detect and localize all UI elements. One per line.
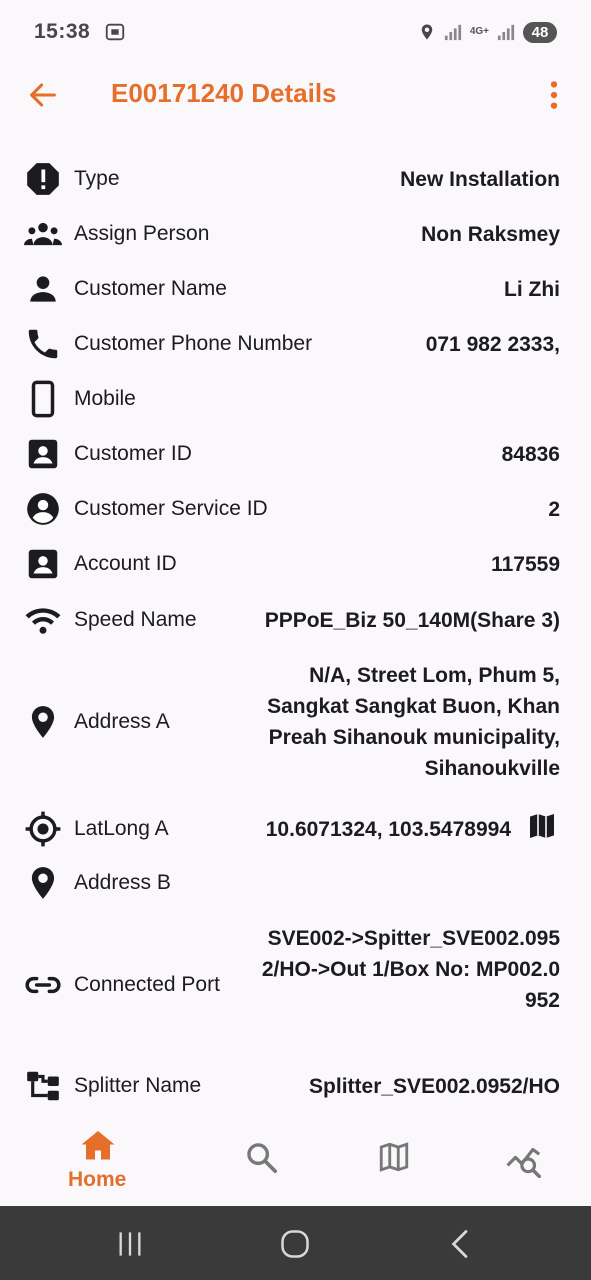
detail-value: N/A, Street Lom, Phum 5, Sangkat Sangkat… — [267, 664, 560, 780]
gps-target-icon — [25, 811, 61, 847]
detail-row-address-a: Address A N/A, Street Lom, Phum 5, Sangk… — [0, 660, 591, 785]
detail-label: Customer Name — [74, 277, 227, 300]
detail-label: Customer ID — [74, 442, 192, 465]
location-status-icon — [421, 24, 433, 40]
detail-row-mobile: Mobile — [0, 380, 591, 420]
account-box-icon — [28, 549, 58, 579]
detail-row-splitter-name: Splitter Name Splitter_SVE002.0952/HO — [0, 1067, 591, 1107]
detail-row-speed-name: Speed Name PPPoE_Biz 50_140M(Share 3) — [0, 601, 591, 641]
detail-value: PPPoE_Biz 50_140M(Share 3) — [264, 609, 560, 632]
detail-label: LatLong A — [74, 817, 169, 840]
home-button-icon[interactable] — [280, 1229, 310, 1259]
home-icon — [81, 1131, 115, 1160]
detail-label: Assign Person — [74, 222, 210, 245]
analytics-search-icon[interactable] — [506, 1140, 544, 1178]
recent-apps-icon[interactable] — [116, 1230, 144, 1258]
bottom-navigation: Home — [0, 1118, 591, 1206]
phone-icon — [28, 329, 58, 359]
detail-value: Li Zhi — [504, 278, 560, 301]
detail-row-account-id: Account ID 117559 — [0, 545, 591, 585]
account-circle-icon — [27, 493, 59, 525]
app-bar: E00171240 Details — [0, 64, 591, 126]
detail-value: New Installation — [400, 168, 560, 191]
detail-value: 84836 — [501, 443, 560, 466]
status-bar: 15:38 4G+ 48 — [0, 0, 591, 64]
detail-value: Splitter_SVE002.0952/HO — [309, 1075, 560, 1098]
tree-icon — [27, 1071, 59, 1101]
battery-level: 48 — [523, 21, 557, 43]
map-icon[interactable] — [526, 810, 558, 842]
nav-home[interactable]: Home — [64, 1128, 134, 1206]
detail-label: Address B — [74, 871, 171, 894]
detail-row-address-b: Address B — [0, 864, 591, 904]
link-icon — [25, 976, 61, 994]
detail-label: Type — [74, 167, 120, 190]
detail-value: 2 — [548, 498, 560, 521]
status-time: 15:38 — [34, 20, 91, 43]
signal-icon — [444, 24, 461, 41]
detail-value: 071 982 2333, — [425, 333, 560, 356]
map-nav-icon[interactable] — [377, 1140, 411, 1174]
detail-label: Splitter Name — [74, 1074, 202, 1097]
detail-row-customer-service-id: Customer Service ID 2 — [0, 490, 591, 530]
detail-label: Account ID — [74, 552, 177, 575]
detail-value: Non Raksmey — [421, 223, 560, 246]
nav-home-label: Home — [68, 1168, 127, 1191]
detail-value: 117559 — [491, 553, 560, 576]
wifi-icon — [25, 608, 61, 634]
screenshot-icon — [106, 23, 125, 41]
detail-value: 10.6071324, 103.5478994 — [265, 818, 511, 841]
location-pin-icon — [31, 706, 55, 738]
search-icon[interactable] — [244, 1140, 278, 1174]
detail-row-latlong-a: LatLong A 10.6071324, 103.5478994 — [0, 810, 591, 850]
detail-value: SVE002->Spitter_SVE002.0952/HO->Out 1/Bo… — [261, 927, 560, 1012]
more-options-icon[interactable] — [540, 78, 568, 112]
detail-row-connected-port: Connected Port SVE002->Spitter_SVE002.09… — [0, 923, 591, 1048]
detail-label: Connected Port — [74, 973, 220, 996]
detail-label: Speed Name — [74, 608, 197, 631]
location-pin-icon — [31, 867, 55, 899]
detail-row-customer-phone: Customer Phone Number 071 982 2333, — [0, 325, 591, 365]
account-box-icon — [28, 439, 58, 469]
back-arrow-icon[interactable] — [26, 78, 60, 112]
alert-octagon-icon — [27, 163, 59, 195]
page-title: E00171240 Details — [111, 78, 337, 108]
signal-icon-2 — [497, 24, 515, 41]
detail-row-customer-id: Customer ID 84836 — [0, 435, 591, 475]
detail-label: Customer Service ID — [74, 497, 268, 520]
detail-row-type: Type New Installation — [0, 160, 591, 200]
system-navigation-bar — [0, 1206, 591, 1280]
group-icon — [24, 222, 62, 246]
detail-row-assign-person: Assign Person Non Raksmey — [0, 215, 591, 255]
detail-label: Address A — [74, 710, 170, 733]
network-type: 4G+ — [469, 26, 489, 37]
detail-row-customer-name: Customer Name Li Zhi — [0, 270, 591, 310]
detail-label: Mobile — [74, 387, 136, 410]
smartphone-icon — [31, 380, 55, 418]
person-icon — [30, 276, 56, 302]
detail-label: Customer Phone Number — [74, 332, 313, 355]
system-back-icon[interactable] — [446, 1229, 476, 1259]
